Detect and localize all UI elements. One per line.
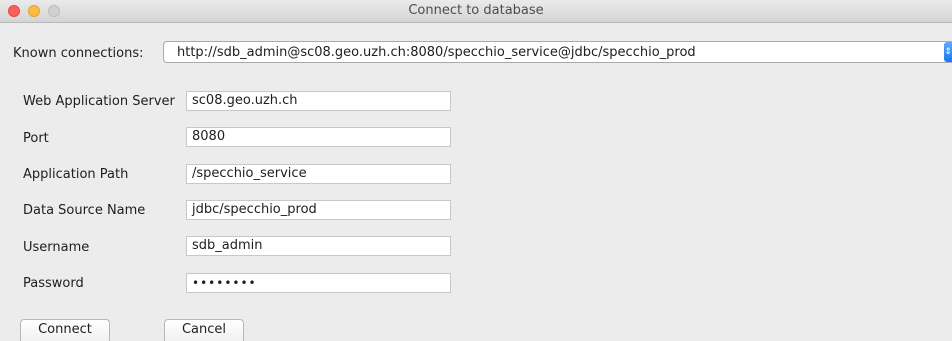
username-field[interactable]: sdb_admin — [186, 236, 451, 256]
password-label: Password — [23, 276, 84, 291]
port-label: Port — [23, 131, 49, 146]
path-label: Application Path — [23, 167, 129, 182]
updown-arrows-icon[interactable]: ⇕ — [944, 42, 952, 62]
title-bar: Connect to database — [0, 0, 952, 23]
path-field[interactable]: /specchio_service — [186, 164, 451, 184]
connect-dialog: Connect to database Known connections: h… — [0, 0, 952, 341]
username-label: Username — [23, 240, 90, 255]
server-label: Web Application Server — [23, 94, 175, 109]
window-title: Connect to database — [408, 3, 544, 18]
cancel-button[interactable]: Cancel — [164, 319, 244, 341]
known-connections-label: Known connections: — [13, 46, 144, 61]
known-connections-select[interactable]: http://sdb_admin@sc08.geo.uzh.ch:8080/sp… — [163, 41, 952, 63]
known-connections-value: http://sdb_admin@sc08.geo.uzh.ch:8080/sp… — [177, 45, 696, 60]
port-field[interactable]: 8080 — [186, 127, 451, 147]
password-field[interactable]: •••••••• — [186, 273, 451, 293]
connect-button[interactable]: Connect — [20, 319, 110, 341]
datasource-field[interactable]: jdbc/specchio_prod — [186, 200, 451, 220]
datasource-label: Data Source Name — [23, 203, 146, 218]
server-field[interactable]: sc08.geo.uzh.ch — [186, 91, 451, 111]
